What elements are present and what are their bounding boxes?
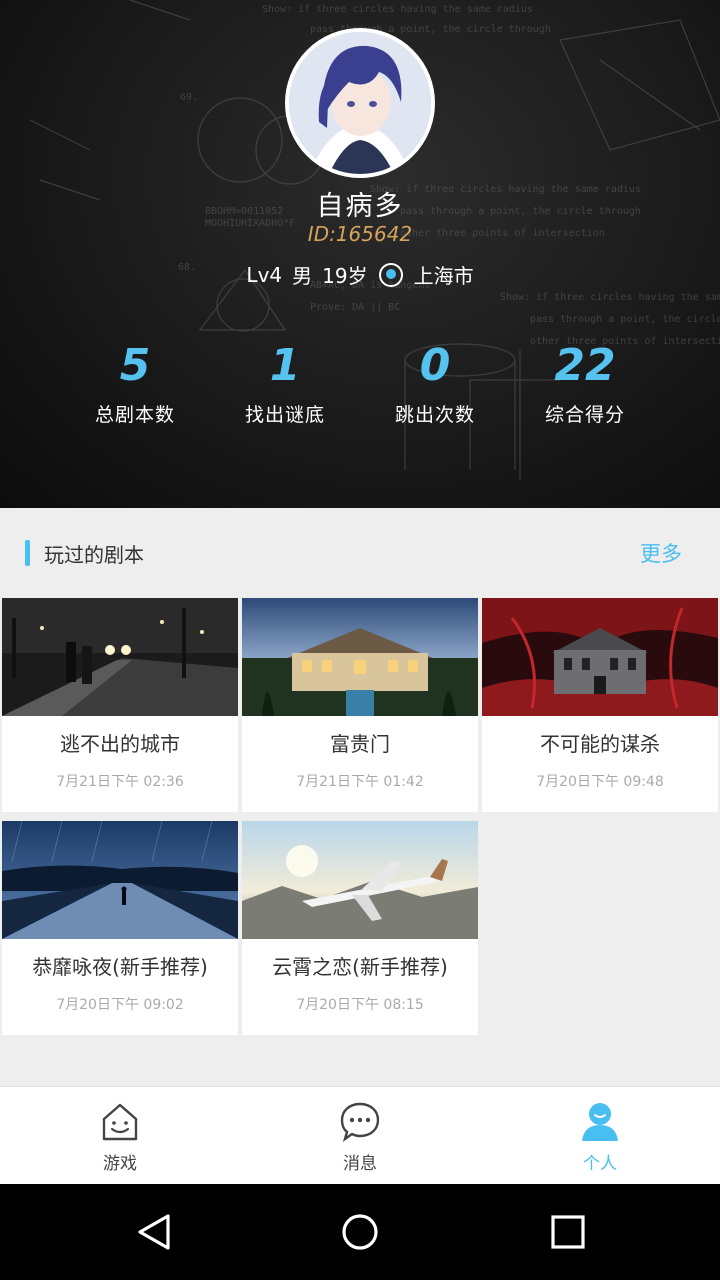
- script-date: 7月20日下午 08:15: [296, 997, 424, 1013]
- tab-label: 消息: [343, 1154, 377, 1174]
- tab-profile[interactable]: 个人: [480, 1087, 720, 1185]
- home-smile-icon: [102, 1103, 138, 1141]
- location-pin-icon: [378, 262, 404, 288]
- script-cover-image: [242, 598, 478, 716]
- script-title: 富贵门: [330, 732, 390, 756]
- stat-quits: 0 跳出次数: [360, 338, 510, 427]
- stats-row: 5 总剧本数 1 找出谜底 0 跳出次数 22 综合得分: [60, 338, 660, 438]
- stat-label: 综合得分: [544, 404, 625, 426]
- recents-square-icon[interactable]: [548, 1212, 588, 1252]
- section-accent-bar: [25, 540, 30, 566]
- user-location: 上海市: [413, 264, 474, 288]
- script-card[interactable]: 不可能的谋杀 7月20日下午 09:48: [482, 598, 718, 812]
- script-card[interactable]: 富贵门 7月21日下午 01:42: [242, 598, 478, 812]
- script-cover-image: [2, 598, 238, 716]
- user-meta: Lv4 男 19岁 上海市: [0, 260, 720, 289]
- script-date: 7月20日下午 09:48: [536, 774, 664, 790]
- script-title: 不可能的谋杀: [540, 732, 660, 756]
- more-link[interactable]: 更多: [640, 538, 682, 568]
- bottom-tab-bar: 游戏 消息 个人: [0, 1086, 720, 1184]
- user-gender: 男: [292, 264, 313, 288]
- script-card[interactable]: 云霄之恋(新手推荐) 7月20日下午 08:15: [242, 821, 478, 1035]
- user-age: 19岁: [322, 264, 368, 288]
- tab-games[interactable]: 游戏: [0, 1087, 240, 1185]
- script-date: 7月20日下午 09:02: [56, 997, 184, 1013]
- stat-value: 22: [554, 340, 616, 391]
- played-scripts-section: 玩过的剧本 更多 逃不出的城市 7月21日下午 02:36 富贵门 7月21日下…: [0, 508, 720, 1086]
- script-cover-image: [242, 821, 478, 939]
- stat-label: 总剧本数: [94, 404, 175, 426]
- svg-text:pass through a point, the circ: pass through a point, the circle through: [530, 314, 720, 325]
- tab-label: 个人: [583, 1154, 617, 1174]
- back-icon[interactable]: [134, 1212, 174, 1252]
- script-title: 恭靡咏夜(新手推荐): [32, 955, 208, 979]
- profile-header: Show: if three circles having the same r…: [0, 0, 720, 508]
- stat-score: 22 综合得分: [510, 338, 660, 427]
- script-title: 逃不出的城市: [60, 732, 180, 756]
- tab-label: 游戏: [103, 1154, 137, 1174]
- user-id: ID:165642: [307, 222, 413, 246]
- stat-value: 5: [119, 340, 151, 391]
- stat-label: 找出谜底: [244, 404, 325, 426]
- stat-label: 跳出次数: [394, 404, 475, 426]
- section-title: 玩过的剧本: [44, 543, 144, 567]
- script-date: 7月21日下午 02:36: [56, 774, 184, 790]
- svg-text:Show: if three circles having: Show: if three circles having the same r…: [262, 4, 533, 15]
- system-nav-bar: [0, 1184, 720, 1280]
- script-cover-image: [2, 821, 238, 939]
- script-card[interactable]: 恭靡咏夜(新手推荐) 7月20日下午 09:02: [2, 821, 238, 1035]
- svg-text:69.: 69.: [180, 92, 198, 103]
- home-circle-icon[interactable]: [340, 1212, 380, 1252]
- svg-text:Prove: DA || BC: Prove: DA || BC: [310, 302, 400, 313]
- script-card[interactable]: 逃不出的城市 7月21日下午 02:36: [2, 598, 238, 812]
- stat-solved: 1 找出谜底: [210, 338, 360, 427]
- person-icon: [582, 1103, 618, 1141]
- script-date: 7月21日下午 01:42: [296, 774, 424, 790]
- chat-bubble-icon: [340, 1102, 380, 1142]
- user-avatar[interactable]: [285, 28, 435, 178]
- script-cover-image: [482, 598, 718, 716]
- script-title: 云霄之恋(新手推荐): [272, 955, 448, 979]
- user-level: Lv4: [246, 262, 283, 287]
- username: 自病多: [316, 191, 404, 222]
- stat-total-scripts: 5 总剧本数: [60, 338, 210, 427]
- section-header: 玩过的剧本 更多: [0, 508, 720, 598]
- stat-value: 0: [419, 340, 451, 391]
- svg-text:Show: if three circles having: Show: if three circles having the same: [500, 292, 720, 303]
- tab-messages[interactable]: 消息: [240, 1087, 480, 1185]
- avatar-image: [289, 32, 431, 174]
- stat-value: 1: [269, 340, 301, 391]
